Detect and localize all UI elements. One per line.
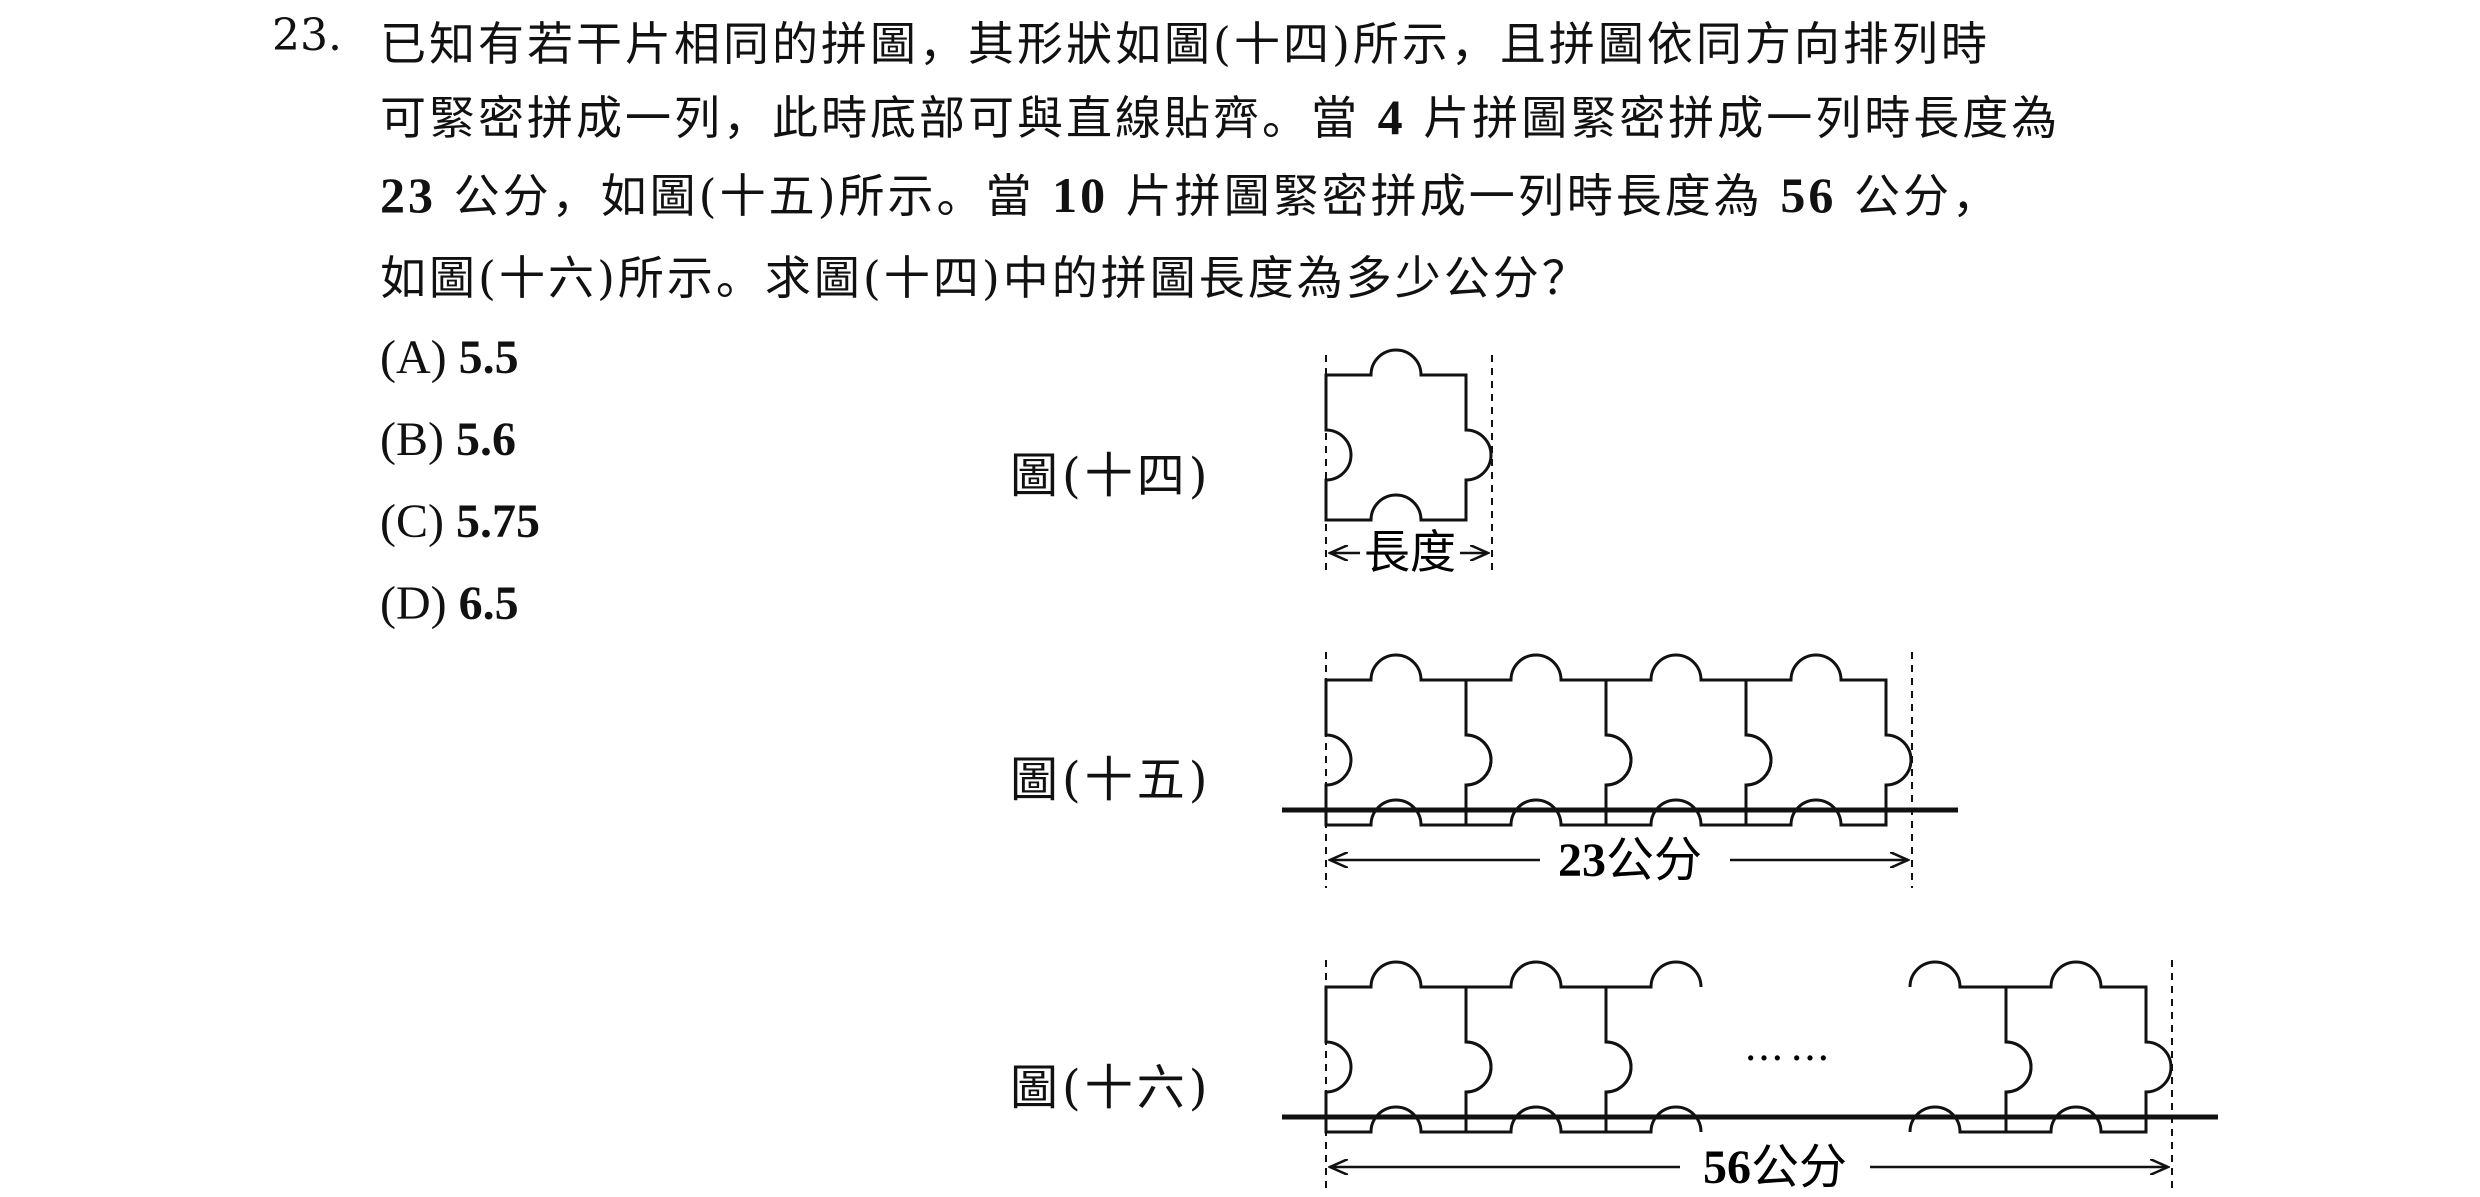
figure-15-measure: 23公分 <box>1558 832 1702 888</box>
length-label: 長度 <box>1364 525 1456 579</box>
figure-15-pieces <box>1324 653 1913 827</box>
ellipsis: …… <box>1744 1024 1836 1070</box>
figure-14-piece <box>1324 348 1493 522</box>
puzzle-figures: 長度 23公分 …… 56公分 <box>1282 348 2218 1195</box>
figure-16-measure: 56公分 <box>1703 1139 1847 1195</box>
